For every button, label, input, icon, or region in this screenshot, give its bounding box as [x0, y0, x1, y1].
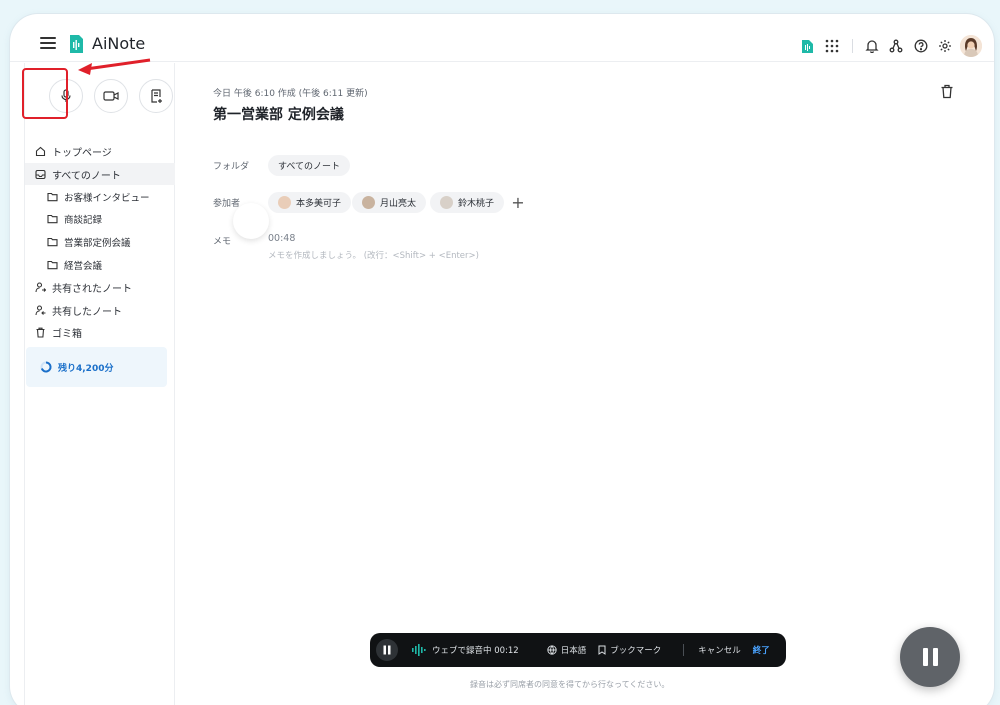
sidebar-item-label: すべてのノート	[52, 170, 121, 182]
sidebar-item-label: 経営会議	[64, 260, 103, 272]
header-divider	[852, 39, 853, 53]
cancel-recording-button[interactable]: キャンセル	[698, 644, 741, 656]
video-icon	[103, 91, 119, 101]
note-timestamp: 今日 午後 6:10 作成 (午後 6:11 更新)	[213, 89, 368, 99]
sidebar-item-label: ゴミ箱	[52, 329, 82, 341]
top-bar: AiNote	[10, 14, 994, 62]
sidebar-item-deal-records[interactable]: 商談記録	[25, 208, 175, 231]
remaining-minutes-badge[interactable]: 残り4,200分	[26, 347, 167, 387]
annotation-highlight-box	[22, 68, 68, 119]
folder-label: フォルダ	[213, 162, 250, 172]
sidebar-item-trash[interactable]: ゴミ箱	[25, 322, 175, 345]
delete-note-icon[interactable]	[940, 84, 954, 99]
participant-name: 鈴木桃子	[458, 199, 495, 209]
participant-avatar	[278, 196, 291, 209]
recording-bar: ウェブで録音中 00:12 日本語 ブックマーク キャンセル 終了	[370, 633, 786, 667]
sidebar-item-shared-by-me[interactable]: 共有したノート	[25, 299, 175, 322]
pause-icon-bar	[932, 648, 938, 666]
sidebar-item-management-meeting[interactable]: 経営会議	[25, 253, 175, 276]
sidebar-item-label: 営業部定例会議	[64, 238, 131, 250]
app-window: AiNote トップページ すべてのノート お客様インタビュー 商談記録 営業部…	[10, 14, 994, 705]
grid-apps-icon[interactable]	[821, 35, 843, 57]
participant-chip[interactable]: 本多美可子	[268, 192, 352, 213]
gear-icon[interactable]	[934, 35, 956, 57]
memo-timestamp: 00:48	[268, 233, 296, 244]
annotation-arrow	[78, 58, 151, 75]
folder-icon	[47, 215, 58, 224]
help-icon[interactable]	[910, 35, 932, 57]
sidebar-item-label: 商談記録	[64, 215, 103, 227]
shared-by-me-icon	[35, 305, 46, 315]
participant-name: 月山亮太	[380, 199, 417, 209]
loading-indicator	[233, 203, 269, 239]
bookmark-label: ブックマーク	[610, 646, 662, 656]
bookmark-button[interactable]: ブックマーク	[598, 644, 661, 656]
folder-icon	[47, 192, 58, 201]
participants-label: 参加者	[213, 199, 241, 209]
language-selector[interactable]: 日本語	[547, 644, 587, 656]
pause-recording-button[interactable]	[376, 639, 398, 661]
participant-avatar	[440, 196, 453, 209]
home-icon	[35, 146, 46, 156]
note-title[interactable]: 第一営業部 定例会議	[213, 104, 344, 124]
sidebar-item-sales-meeting[interactable]: 営業部定例会議	[25, 231, 175, 254]
trash-icon	[36, 327, 45, 338]
inbox-icon	[35, 169, 46, 179]
language-label: 日本語	[560, 646, 587, 656]
recording-bar-divider	[683, 644, 685, 656]
globe-icon	[547, 645, 557, 655]
memo-input[interactable]: メモを作成しましょう。 (改行：<Shift> + <Enter>)	[268, 249, 479, 261]
add-participant-button[interactable]: +	[509, 193, 527, 212]
remaining-minutes-text: 残り4,200分	[58, 363, 114, 374]
note-editor: 今日 午後 6:10 作成 (午後 6:11 更新) 第一営業部 定例会議 フォ…	[176, 63, 994, 705]
sidebar-item-top-page[interactable]: トップページ	[25, 140, 175, 163]
participant-chip[interactable]: 月山亮太	[352, 192, 427, 213]
participant-avatar	[362, 196, 375, 209]
pause-icon-bar	[922, 648, 928, 666]
ainote-shortcut-icon[interactable]	[797, 35, 819, 57]
waveform-icon	[412, 644, 426, 656]
sidebar-item-shared-with-me[interactable]: 共有されたノート	[25, 276, 175, 299]
add-note-icon	[150, 88, 162, 103]
header-actions	[794, 35, 982, 57]
sidebar-item-all-notes[interactable]: すべてのノート	[25, 162, 175, 186]
share-network-icon[interactable]	[885, 35, 907, 57]
sidebar-item-label: 共有されたノート	[52, 283, 132, 295]
shared-with-me-icon	[35, 282, 46, 293]
menu-icon[interactable]	[40, 37, 56, 49]
pause-icon	[383, 645, 391, 655]
progress-ring-icon	[40, 361, 52, 373]
folder-icon	[47, 260, 58, 270]
participant-chip[interactable]: 鈴木桃子	[430, 192, 505, 213]
app-title: AiNote	[92, 34, 146, 53]
app-logo-icon	[70, 35, 83, 53]
sidebar-item-label: トップページ	[52, 147, 112, 159]
bookmark-icon	[598, 645, 606, 655]
bell-icon[interactable]	[861, 35, 883, 57]
recording-disclaimer: 録音は必ず同席者の同意を得てから行なってください。	[470, 680, 670, 689]
sidebar-item-customer-interview[interactable]: お客様インタビュー	[25, 185, 175, 208]
participant-name: 本多美可子	[296, 199, 342, 209]
folder-chip[interactable]: すべてのノート	[268, 155, 351, 176]
sidebar-item-label: お客様インタビュー	[64, 192, 150, 204]
folder-icon	[47, 238, 58, 247]
memo-label: メモ	[213, 237, 232, 247]
floating-pause-button[interactable]	[900, 627, 960, 687]
recording-status: ウェブで録音中 00:12	[432, 646, 519, 656]
finish-recording-button[interactable]: 終了	[753, 644, 770, 656]
sidebar-nav: トップページ すべてのノート お客様インタビュー 商談記録 営業部定例会議 経営…	[25, 140, 175, 344]
sidebar-item-label: 共有したノート	[52, 306, 122, 318]
user-avatar[interactable]	[960, 35, 982, 57]
